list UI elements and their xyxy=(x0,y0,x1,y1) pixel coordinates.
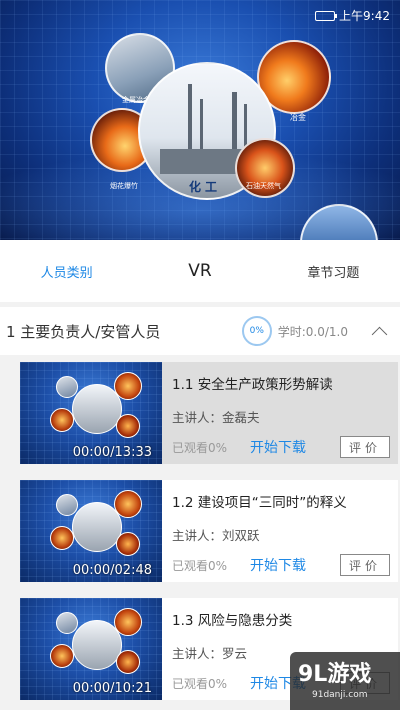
lesson-thumbnail[interactable]: 00:00/10:21 xyxy=(20,598,162,700)
bubble-label-metallurgy: 冶金 xyxy=(290,113,306,122)
video-duration: 00:00/10:21 xyxy=(72,681,152,696)
lesson-title: 1.1 安全生产政策形势解读 xyxy=(172,377,333,393)
lesson-card[interactable]: 00:00/02:48 1.2 建设项目“三同时”的释义 主讲人：刘双跃 已观看… xyxy=(20,480,398,582)
video-duration: 00:00/02:48 xyxy=(72,563,152,578)
section-header[interactable]: 1 主要负责人/安管人员 0% 学时:0.0/1.0 xyxy=(0,307,400,355)
download-button[interactable]: 开始下载 xyxy=(250,555,340,575)
watermark-logo: 9L游戏 xyxy=(298,662,372,687)
battery-icon xyxy=(315,10,338,21)
section-title: 1 主要负责人/安管人员 xyxy=(6,322,161,341)
watched-percent: 已观看0% xyxy=(172,440,228,455)
lesson-lecturer: 主讲人：刘双跃 xyxy=(172,528,260,543)
bubble-label-oil-gas: 石油天然气 xyxy=(246,182,281,190)
hero-banner[interactable]: 金属冶金 冶金 烟花爆竹 化工 石油天然气 上午9:42 xyxy=(0,0,400,240)
evaluate-button[interactable]: 评价 xyxy=(340,436,390,458)
download-button[interactable]: 开始下载 xyxy=(250,437,340,457)
chevron-up-icon[interactable] xyxy=(372,324,386,338)
lesson-lecturer: 主讲人：金磊夫 xyxy=(172,410,260,425)
bubble-label-fireworks: 烟花爆竹 xyxy=(110,182,138,190)
site-watermark: 9L游戏 91danji.com xyxy=(290,652,400,710)
tab-bar: 人员类别 VR 章节习题 xyxy=(0,240,400,302)
study-hours: 学时:0.0/1.0 xyxy=(277,324,348,339)
watermark-site: 91danji.com xyxy=(312,690,368,700)
banner-center-label: 化工 xyxy=(189,180,222,194)
evaluate-button[interactable]: 评价 xyxy=(340,554,390,576)
tab-chapter-exercises[interactable]: 章节习题 xyxy=(267,240,400,302)
status-bar: 上午9:42 xyxy=(315,7,390,24)
progress-ring: 0% xyxy=(241,316,272,346)
lesson-thumbnail[interactable]: 00:00/02:48 xyxy=(20,480,162,582)
watched-percent: 已观看0% xyxy=(172,676,228,691)
lesson-thumbnail[interactable]: 00:00/13:33 xyxy=(20,362,162,464)
tab-vr[interactable]: VR xyxy=(133,240,266,302)
lesson-title: 1.3 风险与隐患分类 xyxy=(172,613,293,629)
lesson-title: 1.2 建设项目“三同时”的释义 xyxy=(172,495,347,511)
lesson-card[interactable]: 00:00/13:33 1.1 安全生产政策形势解读 主讲人：金磊夫 已观看0%… xyxy=(20,362,398,464)
tab-personnel-category[interactable]: 人员类别 xyxy=(0,240,133,302)
status-time: 上午9:42 xyxy=(339,9,390,23)
watched-percent: 已观看0% xyxy=(172,558,228,573)
video-duration: 00:00/13:33 xyxy=(72,445,152,460)
